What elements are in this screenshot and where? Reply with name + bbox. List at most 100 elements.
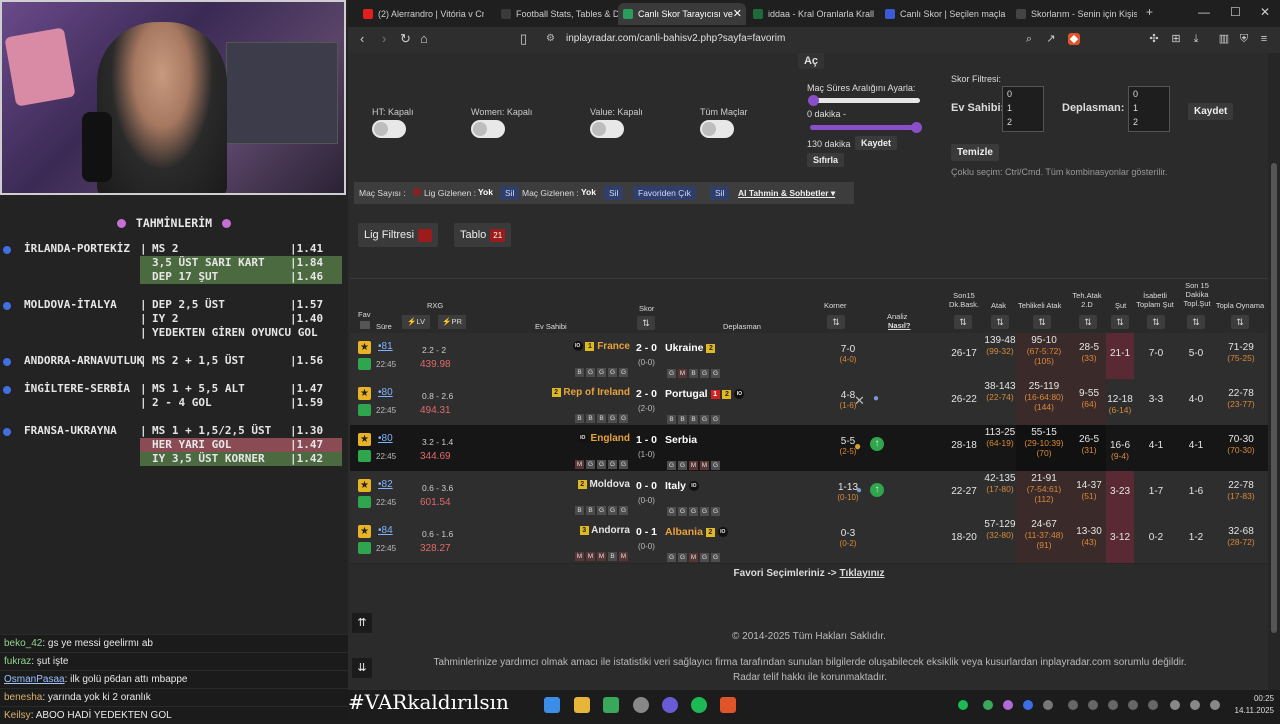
sort-atak-button[interactable]: ⇅ (991, 315, 1009, 329)
tray-icon[interactable] (1148, 700, 1158, 710)
chat-username[interactable]: fukraz (4, 656, 31, 667)
sort-topla-button[interactable]: ⇅ (1231, 315, 1249, 329)
ai-chat-dropdown[interactable]: AI Tahmin & Sohbetler ▾ (738, 188, 835, 199)
start-icon[interactable] (544, 697, 560, 713)
league-filter-button[interactable]: Lig Filtresi (358, 223, 439, 247)
sort-tehatak-button[interactable]: ⇅ (1079, 315, 1097, 329)
time-slider-from-knob[interactable] (808, 95, 819, 106)
back-icon[interactable]: ‹ (360, 31, 364, 46)
favorite-star-icon[interactable]: ★ (358, 387, 371, 400)
score-option[interactable]: 2 (1003, 115, 1043, 129)
scroll-top-button[interactable]: ⇈ (352, 613, 372, 633)
browser-tab[interactable]: Canlı Skor Tarayıcısı ve ✕ (618, 3, 746, 25)
time-slider-to-knob[interactable] (911, 122, 922, 133)
time-slider-to[interactable] (810, 125, 920, 130)
favorite-star-icon[interactable]: ★ (358, 433, 371, 446)
reload-icon[interactable]: ↻ (400, 31, 411, 47)
sort-lv-button[interactable]: ⚡LV (402, 315, 430, 329)
tray-pen-icon[interactable] (1003, 700, 1013, 710)
network-icon[interactable] (1190, 700, 1200, 710)
open-button[interactable]: Aç (798, 53, 824, 69)
chat-username[interactable]: benesha (4, 692, 42, 703)
live-icon[interactable] (358, 450, 371, 462)
extensions-icon[interactable]: ✣ (1148, 33, 1160, 45)
tab-close-icon[interactable]: ✕ (733, 3, 742, 25)
remove-favorite-button[interactable]: Favoriden Çık (633, 186, 696, 200)
maximize-icon[interactable]: ☐ (1230, 5, 1241, 19)
url-field[interactable]: ⚙ inplayradar.com/canli-bahisv2.php?sayf… (536, 29, 1096, 51)
sort-korner-button[interactable]: ⇅ (827, 315, 845, 329)
match-minute-link[interactable]: •81 (378, 341, 393, 352)
file-explorer-icon[interactable] (574, 697, 590, 713)
obs-icon[interactable] (633, 697, 649, 713)
away-team-cell[interactable]: Serbia (665, 434, 697, 446)
home-team-name[interactable]: 2 Moldova (577, 479, 630, 490)
match-minute-link[interactable]: •80 (378, 387, 393, 398)
time-reset-button[interactable]: Sıfırla (807, 153, 845, 167)
match-minute-link[interactable]: •82 (378, 479, 393, 490)
clear-button[interactable]: Temizle (951, 144, 999, 161)
score-option[interactable]: 0 (1003, 87, 1043, 101)
minimize-icon[interactable]: — (1198, 5, 1210, 19)
time-slider-from[interactable] (810, 98, 920, 103)
page-scrollbar[interactable] (1268, 53, 1280, 690)
sort-pr-button[interactable]: ⚡PR (438, 315, 466, 329)
score-option[interactable]: 2 (1129, 115, 1169, 129)
away-team-cell[interactable]: Italy IO (665, 480, 699, 492)
league-hidden-delete[interactable]: Sil (500, 186, 520, 200)
match-minute-link[interactable]: •80 (378, 433, 393, 444)
tray-icon[interactable] (1128, 700, 1138, 710)
microphone-icon[interactable] (1170, 700, 1180, 710)
toggle-value[interactable] (590, 120, 624, 138)
sort-sut-button[interactable]: ⇅ (1111, 315, 1129, 329)
fav-toggle-icon[interactable] (360, 321, 370, 329)
discord-icon[interactable] (662, 697, 678, 713)
home-icon[interactable]: ⌂ (420, 31, 428, 46)
toggle-women[interactable] (471, 120, 505, 138)
live-icon[interactable] (358, 542, 371, 554)
browser-tab[interactable]: iddaa - Kral Oranlarla Kralla (748, 3, 874, 25)
toggle-all-matches[interactable] (700, 120, 734, 138)
sort-skor-button[interactable]: ⇅ (637, 316, 655, 330)
match-hidden-delete[interactable]: Sil (604, 186, 624, 200)
home-team-name[interactable]: IO England (577, 433, 630, 444)
table-button[interactable]: Tablo 21 (454, 223, 512, 247)
live-icon[interactable] (358, 404, 371, 416)
away-score-select[interactable]: 0 1 2 (1128, 86, 1170, 132)
tray-discord-icon[interactable] (1043, 700, 1053, 710)
favorite-delete[interactable]: Sil (710, 186, 730, 200)
sort-son15sut-button[interactable]: ⇅ (1187, 315, 1205, 329)
favorite-star-icon[interactable]: ★ (358, 341, 371, 354)
score-option[interactable]: 1 (1003, 101, 1043, 115)
tray-icon[interactable] (1068, 700, 1078, 710)
away-team-cell[interactable]: Portugal 1 2 IO (665, 388, 745, 400)
brave-shield-icon[interactable]: ◆ (1068, 33, 1080, 45)
analiz-help-link[interactable]: Nasıl? (888, 321, 911, 330)
zoom-icon[interactable]: ⌕ (1023, 33, 1035, 45)
notepad-icon[interactable] (603, 697, 619, 713)
scrollbar-thumb[interactable] (1271, 163, 1277, 633)
sort-isabetli-button[interactable]: ⇅ (1147, 315, 1165, 329)
score-option[interactable]: 1 (1129, 101, 1169, 115)
new-tab-icon[interactable]: + (1146, 5, 1153, 19)
download-icon[interactable]: ⤓ (1190, 33, 1202, 45)
browser-tab[interactable]: Canlı Skor | Seçilen maçlar (880, 3, 1006, 25)
chat-username[interactable]: OsmanPasaa (4, 674, 65, 685)
sort-tehlikeli-button[interactable]: ⇅ (1033, 315, 1051, 329)
home-team-name[interactable]: 2 Rep of Ireland (551, 387, 630, 398)
away-team-cell[interactable]: Albania 2 IO (665, 526, 728, 538)
wallet-icon[interactable]: ⛨ (1238, 33, 1250, 45)
chat-username[interactable]: beko_42 (4, 638, 42, 649)
time-save-button[interactable]: Kaydet (855, 136, 898, 150)
home-team-name[interactable]: 3 Andorra (579, 525, 630, 536)
away-team-cell[interactable]: Ukraine 2 (665, 342, 716, 354)
toggle-ht[interactable] (372, 120, 406, 138)
sort-son15-button[interactable]: ⇅ (954, 315, 972, 329)
browser-tab[interactable]: Skorlarım - Senin için Kişis (1011, 3, 1137, 25)
spotify-icon[interactable] (691, 697, 707, 713)
tray-icon[interactable] (1088, 700, 1098, 710)
tray-bluetooth-icon[interactable] (1023, 700, 1033, 710)
tray-spotify-icon[interactable] (958, 700, 968, 710)
browser-tab[interactable]: Football Stats, Tables & Dat (496, 3, 622, 25)
scroll-bottom-button[interactable]: ⇊ (352, 658, 372, 678)
